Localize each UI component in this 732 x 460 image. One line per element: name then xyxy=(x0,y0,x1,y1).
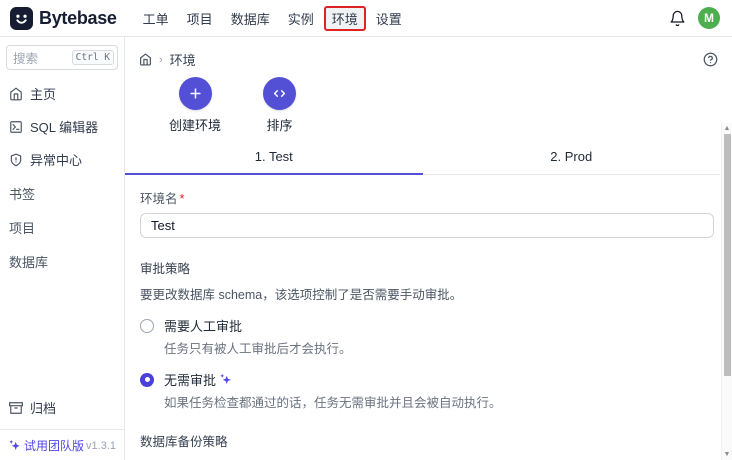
bytebase-logo[interactable]: Bytebase xyxy=(10,7,117,30)
sparkles-icon xyxy=(219,373,232,386)
radio-description: 任务只有被人工审批后才会执行。 xyxy=(164,338,714,357)
breadcrumb-current: 环境 xyxy=(170,50,196,69)
radio-label: 需要人工审批 xyxy=(164,316,242,335)
sidebar-item-home[interactable]: 主页 xyxy=(6,78,118,109)
reorder-button[interactable]: 排序 xyxy=(263,77,296,134)
shield-alert-icon xyxy=(9,153,23,167)
radio-unselected-icon[interactable] xyxy=(140,319,154,333)
bell-icon[interactable] xyxy=(669,10,686,27)
scrollbar-track[interactable] xyxy=(722,134,732,449)
navbar-right: M xyxy=(669,7,720,29)
actions-row: 创建环境 排序 xyxy=(125,73,732,142)
sidebar-item-label: 归档 xyxy=(30,398,56,417)
nav-item-databases[interactable]: 数据库 xyxy=(223,6,278,31)
scrollbar-thumb[interactable] xyxy=(724,134,731,376)
sidebar-item-label: 主页 xyxy=(30,84,56,103)
version-label: v1.3.1 xyxy=(86,440,116,452)
plan-row: 试用团队版 v1.3.1 xyxy=(6,435,118,454)
sidebar-section-databases[interactable]: 数据库 xyxy=(6,246,118,277)
environment-name-input[interactable] xyxy=(140,213,714,238)
tab-prod[interactable]: 2. Prod xyxy=(423,142,721,174)
breadcrumb: › 环境 xyxy=(139,50,196,69)
scrollbar-up-arrow[interactable]: ▲ xyxy=(722,123,732,134)
approval-policy-title: 审批策略 xyxy=(140,258,714,277)
radio-no-approval[interactable]: 无需审批 xyxy=(140,370,714,389)
radio-label: 无需审批 xyxy=(164,370,232,389)
environment-form: 环境名* 审批策略 要更改数据库 schema，该选项控制了是否需要手动审批。 … xyxy=(125,175,720,460)
sidebar-section-projects[interactable]: 项目 xyxy=(6,212,118,243)
environment-name-label: 环境名 xyxy=(140,192,178,206)
top-navbar: Bytebase 工单 项目 数据库 实例 环境 设置 M xyxy=(0,0,732,37)
radio-selected-icon[interactable] xyxy=(140,373,154,387)
sidebar-item-archive[interactable]: 归档 xyxy=(6,392,118,423)
nav-item-instances[interactable]: 实例 xyxy=(280,6,322,31)
help-icon[interactable] xyxy=(703,52,718,67)
approval-policy-description: 要更改数据库 schema，该选项控制了是否需要手动审批。 xyxy=(140,284,714,303)
plan-label: 试用团队版 xyxy=(24,437,84,454)
plan-badge[interactable]: 试用团队版 xyxy=(8,437,84,454)
bytebase-logo-icon xyxy=(10,7,33,30)
create-environment-button[interactable]: 创建环境 xyxy=(169,77,221,134)
nav-item-settings[interactable]: 设置 xyxy=(368,6,410,31)
sidebar: 搜索 Ctrl K 主页 SQL 编辑器 xyxy=(0,37,125,460)
search-input[interactable]: 搜索 Ctrl K xyxy=(6,45,118,70)
sparkles-icon xyxy=(8,439,21,452)
nav-item-environments[interactable]: 环境 xyxy=(324,6,366,31)
user-avatar[interactable]: M xyxy=(698,7,720,29)
action-label: 创建环境 xyxy=(169,115,221,134)
radio-option-no-approval: 无需审批 如果任务检查都通过的话，任务无需审批并且会被自动执行。 xyxy=(140,370,714,411)
environment-tabs: 1. Test 2. Prod xyxy=(125,142,720,175)
backup-policy-title: 数据库备份策略 xyxy=(140,431,714,450)
home-icon xyxy=(9,87,23,101)
brand-name: Bytebase xyxy=(39,8,117,29)
terminal-icon xyxy=(9,120,23,134)
home-icon[interactable] xyxy=(139,53,152,66)
radio-description: 如果任务检查都通过的话，任务无需审批并且会被自动执行。 xyxy=(164,392,714,411)
main-content: › 环境 创建环境 xyxy=(125,37,732,460)
required-asterisk: * xyxy=(180,191,185,206)
environment-name-field: 环境名* xyxy=(140,188,714,238)
content-header: › 环境 xyxy=(125,37,732,73)
chevron-right-icon: › xyxy=(159,54,163,66)
plus-icon xyxy=(179,77,212,110)
radio-option-manual-approval: 需要人工审批 任务只有被人工审批后才会执行。 xyxy=(140,316,714,357)
nav-item-issues[interactable]: 工单 xyxy=(135,6,177,31)
sidebar-divider xyxy=(0,429,124,430)
sidebar-item-label: SQL 编辑器 xyxy=(30,117,98,136)
search-shortcut-badge: Ctrl K xyxy=(72,50,114,65)
scrollbar[interactable]: ▲ ▼ xyxy=(721,123,732,460)
code-reorder-icon xyxy=(263,77,296,110)
archive-icon xyxy=(9,401,23,415)
main-nav: 工单 项目 数据库 实例 环境 设置 xyxy=(135,6,410,31)
sidebar-spacer xyxy=(6,277,118,390)
sidebar-item-label: 异常中心 xyxy=(30,150,82,169)
radio-manual-approval[interactable]: 需要人工审批 xyxy=(140,316,714,335)
tab-test[interactable]: 1. Test xyxy=(125,142,423,175)
sidebar-item-sql-editor[interactable]: SQL 编辑器 xyxy=(6,111,118,142)
sidebar-section-bookmarks[interactable]: 书签 xyxy=(6,178,118,209)
action-label: 排序 xyxy=(267,115,293,134)
nav-item-projects[interactable]: 项目 xyxy=(179,6,221,31)
search-placeholder: 搜索 xyxy=(13,48,38,67)
sidebar-item-anomaly-center[interactable]: 异常中心 xyxy=(6,144,118,175)
scrollbar-down-arrow[interactable]: ▼ xyxy=(722,449,732,460)
